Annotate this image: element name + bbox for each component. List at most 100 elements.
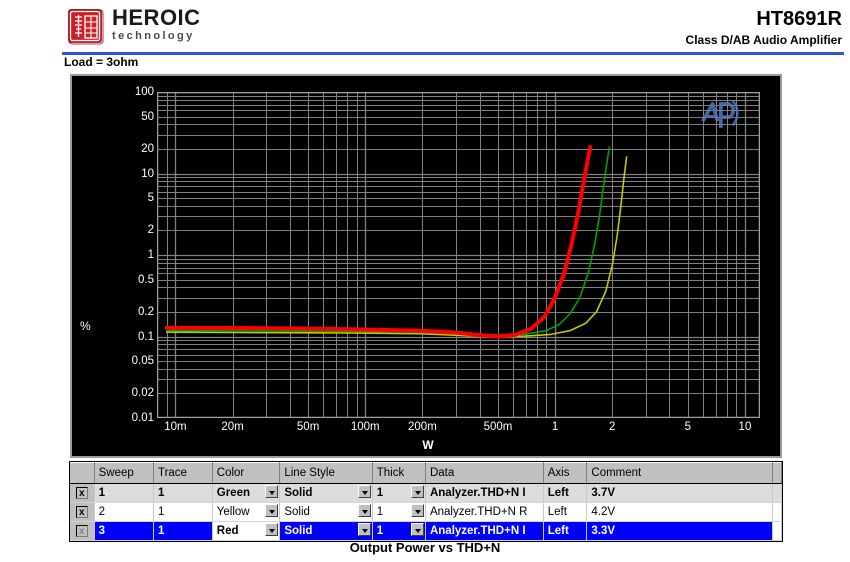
row-enable-toggle[interactable]: x <box>70 521 95 541</box>
table-row[interactable]: x 3 1 Red Solid 1 Analyzer.THD+N I Left 3.3V <box>70 521 782 541</box>
cell-color[interactable]: Yellow <box>212 502 281 522</box>
cell-comment[interactable]: 3.7V <box>586 483 773 503</box>
row-enable-toggle[interactable]: x <box>70 483 95 503</box>
logo-primary-text: HEROIC <box>112 5 201 30</box>
cell-comment[interactable]: 4.2V <box>586 502 773 522</box>
col-spacer <box>772 462 782 484</box>
chevron-down-icon[interactable] <box>265 485 279 498</box>
cell-sweep-text: 1 <box>98 487 106 499</box>
close-icon[interactable]: x <box>75 486 88 499</box>
audio-precision-logo <box>701 99 739 128</box>
y-tick-label: 10 <box>141 167 154 180</box>
cell-trace[interactable]: 1 <box>153 521 213 541</box>
cell-sweep-text: 3 <box>98 525 106 537</box>
cell-thick[interactable]: 1 <box>372 521 426 541</box>
curve-4.2V <box>165 156 628 338</box>
cell-sweep[interactable]: 2 <box>94 502 154 522</box>
cell-axis-text: Left <box>547 487 569 499</box>
cell-axis[interactable]: Left <box>543 521 588 541</box>
table-row[interactable]: x 1 1 Green Solid 1 Analyzer.THD+N I Left 3.7V <box>70 483 782 503</box>
cell-line-style[interactable]: Solid <box>279 521 373 541</box>
col-line-style: Line Style <box>279 462 373 484</box>
cell-axis[interactable]: Left <box>543 483 588 503</box>
cell-thick[interactable]: 1 <box>372 502 426 522</box>
header-divider <box>62 52 844 55</box>
chevron-down-icon[interactable] <box>410 504 424 517</box>
col-sweep: Sweep <box>94 462 154 484</box>
cell-thick-text: 1 <box>376 506 384 518</box>
cell-color[interactable]: Green <box>212 483 281 503</box>
cell-axis[interactable]: Left <box>543 502 588 522</box>
cell-color[interactable]: Red <box>212 521 281 541</box>
cell-thick-text: 1 <box>376 525 384 537</box>
cell-trace-text: 1 <box>157 487 165 499</box>
chevron-down-icon[interactable] <box>265 504 279 517</box>
chevron-down-icon[interactable] <box>357 485 371 498</box>
logo-wordmark: HEROIC technology <box>112 7 201 43</box>
figure-caption: Output Power vs THD+N <box>349 540 501 555</box>
cell-trace-text: 1 <box>157 506 165 518</box>
cell-data[interactable]: Analyzer.THD+N R <box>425 502 544 522</box>
x-tick-label: 50m <box>296 421 320 433</box>
cell-line-style-text: Solid <box>284 487 313 499</box>
x-tick-label: 2 <box>609 421 616 433</box>
cell-thick-text: 1 <box>376 487 384 499</box>
chevron-down-icon[interactable] <box>410 485 424 498</box>
cell-spacer <box>772 502 782 522</box>
x-tick-label: 1 <box>551 421 559 433</box>
cell-comment[interactable]: 3.3V <box>586 521 773 541</box>
cell-spacer <box>772 483 782 503</box>
close-icon[interactable]: x <box>75 524 88 537</box>
cell-line-style[interactable]: Solid <box>279 502 373 522</box>
cell-data-text: Analyzer.THD+N I <box>429 487 526 499</box>
chevron-down-icon[interactable] <box>265 523 279 536</box>
table-body: x 1 1 Green Solid 1 Analyzer.THD+N I Left 3.7V x 2… <box>70 483 782 541</box>
x-tick-label: 20m <box>221 421 244 433</box>
x-axis-title: W <box>422 438 434 452</box>
y-tick-label: 5 <box>147 192 154 205</box>
row-enable-toggle[interactable]: x <box>70 502 95 522</box>
close-icon[interactable]: x <box>75 505 88 518</box>
x-tick-label: 500m <box>483 421 513 433</box>
cell-trace[interactable]: 1 <box>153 483 213 503</box>
chevron-down-icon[interactable] <box>357 523 371 536</box>
col-color: Color <box>212 462 281 484</box>
x-tick-label: 100m <box>350 421 380 433</box>
curve-3.7V <box>165 146 611 336</box>
load-condition-label: Load = 3ohm <box>64 55 139 69</box>
plot-curves <box>164 145 628 339</box>
y-tick-label: 2 <box>147 224 154 237</box>
cell-data-text: Analyzer.THD+N R <box>429 506 528 518</box>
cell-comment-text: 3.7V <box>591 487 616 499</box>
y-tick-label: 0.1 <box>138 330 154 343</box>
table-row[interactable]: x 2 1 Yellow Solid 1 Analyzer.THD+N R Left 4.2V <box>70 502 782 522</box>
chevron-down-icon[interactable] <box>410 523 424 536</box>
cell-sweep[interactable]: 1 <box>94 483 154 503</box>
cell-line-style[interactable]: Solid <box>279 483 373 503</box>
y-tick-label: 100 <box>134 86 154 98</box>
y-tick-label: 0.01 <box>131 412 154 424</box>
x-tick-label: 200m <box>408 421 437 433</box>
cell-data[interactable]: Analyzer.THD+N I <box>425 483 544 503</box>
trace-settings-table[interactable]: Sweep Trace Color Line Style Thick Data … <box>70 462 782 541</box>
cell-sweep[interactable]: 3 <box>94 521 154 541</box>
cell-comment-text: 3.3V <box>591 525 616 537</box>
col-axis: Axis <box>543 462 588 484</box>
cell-comment-text: 4.2V <box>591 506 616 518</box>
cell-thick[interactable]: 1 <box>372 483 426 503</box>
cell-trace[interactable]: 1 <box>153 502 213 522</box>
col-trace: Trace <box>153 462 213 484</box>
cell-sweep-text: 2 <box>98 506 106 518</box>
chevron-down-icon[interactable] <box>357 504 371 517</box>
cell-data[interactable]: Analyzer.THD+N I <box>425 521 544 541</box>
logo-secondary-text: technology <box>112 30 195 42</box>
cell-line-style-text: Solid <box>284 525 313 537</box>
x-tick-label: 5 <box>684 421 692 433</box>
company-logo: HEROIC technology <box>66 5 296 49</box>
cell-data-text: Analyzer.THD+N I <box>429 525 526 537</box>
page-header: HEROIC technology HT8691R Class D/AB Aud… <box>0 0 850 56</box>
col-enable <box>70 462 95 484</box>
y-tick-label: 0.5 <box>138 273 154 286</box>
x-tick-label: 10 <box>738 421 752 433</box>
cell-color-text: Green <box>216 487 251 499</box>
